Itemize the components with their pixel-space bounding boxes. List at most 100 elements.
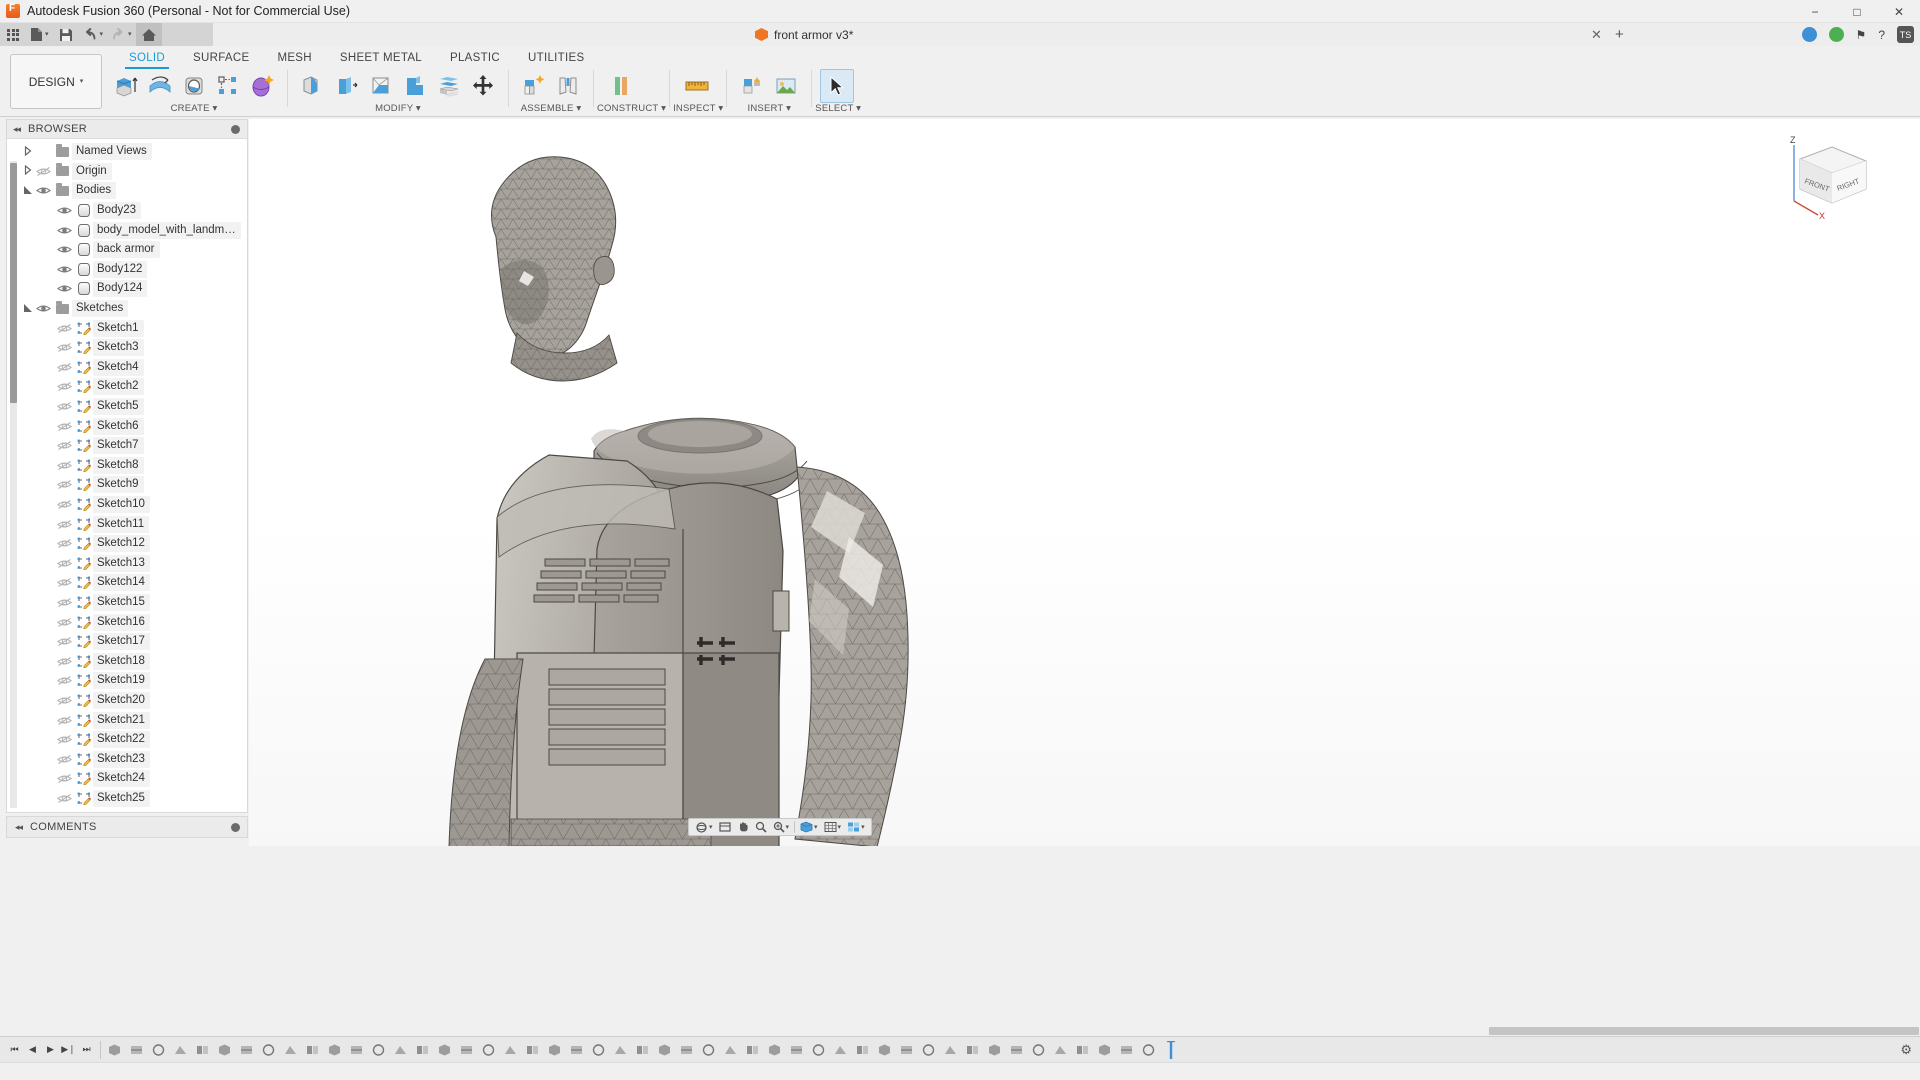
browser-node-sketch11[interactable]: Sketch11: [21, 514, 247, 534]
browser-node-sketch16[interactable]: Sketch16: [21, 612, 247, 632]
viewports-button[interactable]: ▾: [844, 819, 868, 835]
visibility-on-icon[interactable]: [55, 244, 74, 255]
browser-node-sketch6[interactable]: Sketch6: [21, 416, 247, 436]
browser-node-sketch2[interactable]: Sketch2: [21, 377, 247, 397]
job-status-icon[interactable]: [1828, 27, 1844, 42]
form-tool[interactable]: [245, 69, 279, 103]
panel-assemble-label[interactable]: ASSEMBLE ▾: [512, 103, 590, 114]
timeline-feature[interactable]: [546, 1041, 563, 1059]
timeline-feature[interactable]: [1074, 1041, 1091, 1059]
visibility-off-icon[interactable]: [55, 754, 74, 765]
viewport-hscroll-thumb[interactable]: [1489, 1027, 1919, 1035]
rectangular-pattern-tool[interactable]: [211, 69, 245, 103]
document-tab-front-armor[interactable]: front armor v3*: [743, 23, 866, 46]
close-document-tab-button[interactable]: ✕: [1591, 27, 1602, 43]
tab-surface[interactable]: SURFACE: [179, 46, 263, 69]
timeline-step-back[interactable]: ◀: [24, 1040, 41, 1060]
browser-node-body-model-with-landmarks-c[interactable]: body_model_with_landmarks.c…: [21, 220, 247, 240]
timeline-feature[interactable]: [1118, 1041, 1135, 1059]
insert-derive-tool[interactable]: [735, 69, 769, 103]
browser-node-body122[interactable]: Body122: [21, 260, 247, 280]
timeline-feature[interactable]: [612, 1041, 629, 1059]
timeline-feature[interactable]: [766, 1041, 783, 1059]
browser-node-sketch3[interactable]: Sketch3: [21, 338, 247, 358]
browser-node-sketch10[interactable]: Sketch10: [21, 495, 247, 515]
collapse-comments-icon[interactable]: ◂◂: [15, 822, 23, 833]
visibility-on-icon[interactable]: [55, 225, 74, 236]
zoom-window-button[interactable]: ▾: [770, 819, 793, 835]
tab-mesh[interactable]: MESH: [263, 46, 325, 69]
timeline-feature[interactable]: [502, 1041, 519, 1059]
timeline-feature[interactable]: [1030, 1041, 1047, 1059]
timeline-feature[interactable]: [194, 1041, 211, 1059]
browser-node-back-armor[interactable]: back armor: [21, 240, 247, 260]
visibility-off-icon[interactable]: [55, 460, 74, 471]
visibility-off-icon[interactable]: [55, 617, 74, 628]
joint-tool[interactable]: [551, 69, 585, 103]
visibility-off-icon[interactable]: [55, 793, 74, 804]
panel-insert-label[interactable]: INSERT ▾: [730, 103, 808, 114]
timeline-feature[interactable]: [634, 1041, 651, 1059]
browser-node-origin[interactable]: Origin: [21, 162, 247, 182]
timeline-feature[interactable]: [282, 1041, 299, 1059]
visibility-off-icon[interactable]: [55, 538, 74, 549]
visibility-off-icon[interactable]: [55, 342, 74, 353]
timeline-feature[interactable]: [260, 1041, 277, 1059]
browser-node-sketch22[interactable]: Sketch22: [21, 730, 247, 750]
timeline-feature[interactable]: [876, 1041, 893, 1059]
visibility-off-icon[interactable]: [34, 166, 53, 177]
zoom-button[interactable]: [752, 819, 770, 835]
browser-node-body124[interactable]: Body124: [21, 279, 247, 299]
browser-node-sketch25[interactable]: Sketch25: [21, 789, 247, 809]
visibility-off-icon[interactable]: [55, 715, 74, 726]
browser-node-sketch8[interactable]: Sketch8: [21, 456, 247, 476]
move-copy-tool[interactable]: [466, 69, 500, 103]
view-cube[interactable]: Z X FRONT RIGHT: [1782, 131, 1878, 219]
browser-node-sketches[interactable]: Sketches: [21, 299, 247, 319]
visibility-off-icon[interactable]: [55, 479, 74, 490]
account-avatar[interactable]: TS: [1897, 26, 1914, 43]
timeline-feature[interactable]: [1008, 1041, 1025, 1059]
timeline-step-forward[interactable]: ▶❘: [60, 1040, 77, 1060]
timeline-feature[interactable]: [392, 1041, 409, 1059]
split-face-tool[interactable]: [432, 69, 466, 103]
timeline-feature[interactable]: [436, 1041, 453, 1059]
visibility-off-icon[interactable]: [55, 597, 74, 608]
visibility-off-icon[interactable]: [55, 323, 74, 334]
visibility-off-icon[interactable]: [55, 421, 74, 432]
timeline-feature[interactable]: [348, 1041, 365, 1059]
grid-snaps-button[interactable]: ▾: [821, 819, 845, 835]
undo-button[interactable]: ▾: [79, 23, 108, 46]
visibility-off-icon[interactable]: [55, 499, 74, 510]
tab-plastic[interactable]: PLASTIC: [436, 46, 514, 69]
panel-create-label[interactable]: CREATE ▾: [104, 103, 284, 114]
tab-solid[interactable]: SOLID: [115, 46, 179, 69]
timeline-feature[interactable]: [304, 1041, 321, 1059]
minimize-button[interactable]: −: [1794, 0, 1836, 23]
visibility-off-icon[interactable]: [55, 401, 74, 412]
visibility-off-icon[interactable]: [55, 381, 74, 392]
visibility-off-icon[interactable]: [55, 440, 74, 451]
panel-construct-label[interactable]: CONSTRUCT ▾: [597, 103, 666, 114]
orbit-button[interactable]: ▾: [692, 819, 716, 835]
timeline-feature[interactable]: [480, 1041, 497, 1059]
panel-modify-label[interactable]: MODIFY ▾: [291, 103, 505, 114]
visibility-on-icon[interactable]: [55, 205, 74, 216]
close-window-button[interactable]: ✕: [1878, 0, 1920, 23]
browser-node-sketch14[interactable]: Sketch14: [21, 573, 247, 593]
browser-node-sketch12[interactable]: Sketch12: [21, 534, 247, 554]
new-file-button[interactable]: ▾: [26, 23, 53, 46]
insert-canvas-tool[interactable]: [769, 69, 803, 103]
browser-node-sketch13[interactable]: Sketch13: [21, 553, 247, 573]
help-icon[interactable]: ?: [1878, 28, 1885, 42]
browser-node-body23[interactable]: Body23: [21, 201, 247, 221]
combine-tool[interactable]: [398, 69, 432, 103]
browser-node-sketch15[interactable]: Sketch15: [21, 593, 247, 613]
timeline-feature[interactable]: [986, 1041, 1003, 1059]
timeline-feature[interactable]: [238, 1041, 255, 1059]
timeline-feature[interactable]: [172, 1041, 189, 1059]
visibility-off-icon[interactable]: [55, 558, 74, 569]
browser-scroll-thumb[interactable]: [10, 163, 17, 403]
measure-tool[interactable]: [678, 69, 716, 103]
timeline-feature[interactable]: [1140, 1041, 1157, 1059]
